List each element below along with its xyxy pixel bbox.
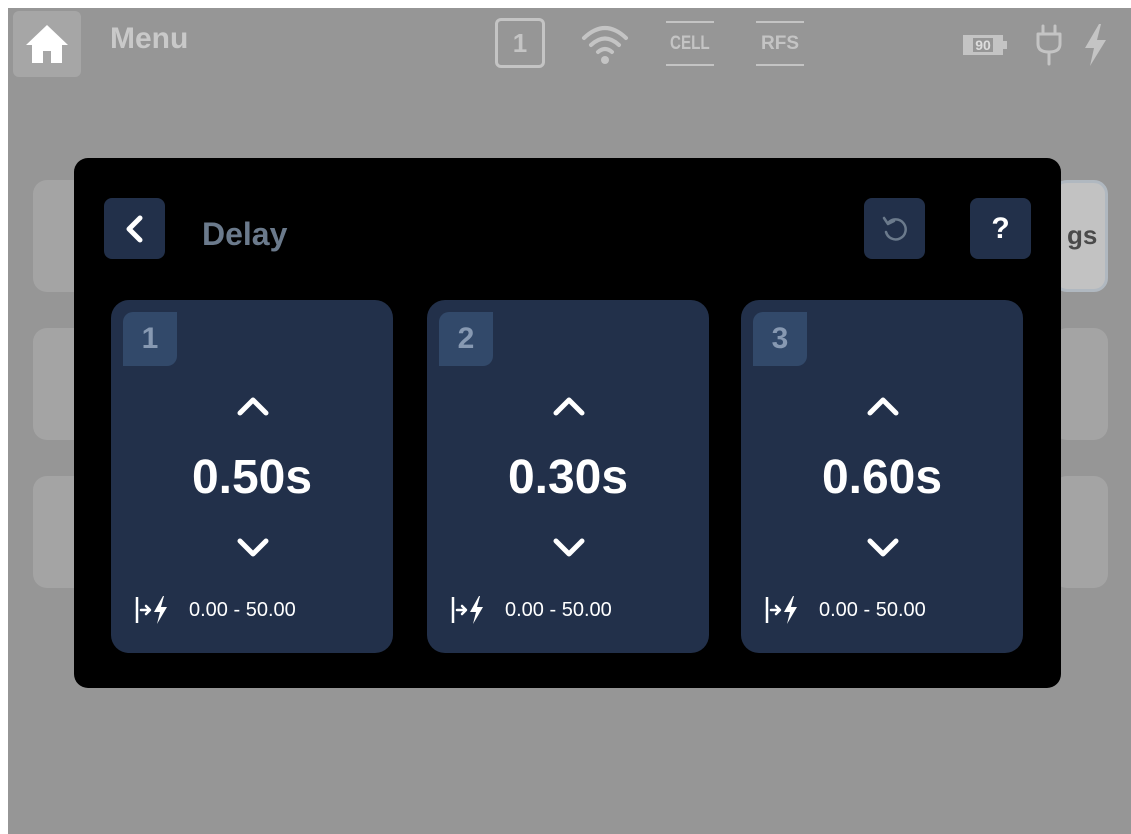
cell-indicator: CELL xyxy=(666,21,714,66)
chevron-down-icon xyxy=(867,538,899,557)
chevron-down-icon xyxy=(553,538,585,557)
channel-number-badge: 3 xyxy=(753,312,807,366)
delay-channel-card: 3 0.60s 0.00 - 50.00 xyxy=(741,300,1023,653)
battery-level: 90 xyxy=(973,37,993,53)
delay-trigger-icon xyxy=(135,596,167,624)
home-button[interactable] xyxy=(13,11,81,77)
back-button[interactable] xyxy=(104,198,165,259)
reset-icon xyxy=(882,216,907,241)
battery-indicator: 90 xyxy=(963,35,1007,55)
range-label: 0.00 - 50.00 xyxy=(505,598,612,621)
background-tile xyxy=(1053,328,1108,440)
channel-number-badge: 2 xyxy=(439,312,493,366)
delay-trigger-icon xyxy=(451,596,483,624)
help-button[interactable]: ? xyxy=(970,198,1031,259)
rfs-label: RFS xyxy=(761,32,799,54)
delay-range: 0.00 - 50.00 xyxy=(133,594,296,626)
plug-icon xyxy=(1036,24,1062,66)
chevron-down-icon xyxy=(237,538,269,557)
channel-number-badge: 1 xyxy=(123,312,177,366)
back-icon xyxy=(126,215,142,242)
range-label: 0.00 - 50.00 xyxy=(189,598,296,621)
rfs-indicator: RFS xyxy=(756,21,804,66)
screen: Menu 1 CELL RFS 90 gs Delay ? 1 0.50s 0.… xyxy=(8,8,1131,834)
increase-button[interactable] xyxy=(857,386,909,426)
increase-button[interactable] xyxy=(227,386,279,426)
delay-range: 0.00 - 50.00 xyxy=(449,594,612,626)
dialog-title: Delay xyxy=(202,216,288,252)
chevron-up-icon xyxy=(553,397,585,416)
cell-label: CELL xyxy=(670,32,710,54)
delay-range: 0.00 - 50.00 xyxy=(763,594,926,626)
chevron-up-icon xyxy=(867,397,899,416)
home-icon xyxy=(26,25,68,63)
delay-channel-card: 1 0.50s 0.00 - 50.00 xyxy=(111,300,393,653)
delay-dialog: Delay ? 1 0.50s 0.00 - 50.00 2 0.30s 0.0… xyxy=(74,158,1061,688)
decrease-button[interactable] xyxy=(227,528,279,568)
increase-button[interactable] xyxy=(543,386,595,426)
delay-value[interactable]: 0.60s xyxy=(741,450,1023,505)
decrease-button[interactable] xyxy=(543,528,595,568)
profile-number-indicator: 1 xyxy=(495,18,545,68)
chevron-up-icon xyxy=(237,397,269,416)
background-tile xyxy=(1053,476,1108,588)
menu-title[interactable]: Menu xyxy=(110,22,188,56)
delay-value[interactable]: 0.30s xyxy=(427,450,709,505)
delay-trigger-icon xyxy=(765,596,797,624)
delay-value[interactable]: 0.50s xyxy=(111,450,393,505)
range-label: 0.00 - 50.00 xyxy=(819,598,926,621)
delay-channel-card: 2 0.30s 0.00 - 50.00 xyxy=(427,300,709,653)
bolt-icon xyxy=(1085,24,1106,66)
reset-button[interactable] xyxy=(864,198,925,259)
background-tile-label: gs xyxy=(1067,220,1098,250)
wifi-icon xyxy=(582,26,628,64)
decrease-button[interactable] xyxy=(857,528,909,568)
